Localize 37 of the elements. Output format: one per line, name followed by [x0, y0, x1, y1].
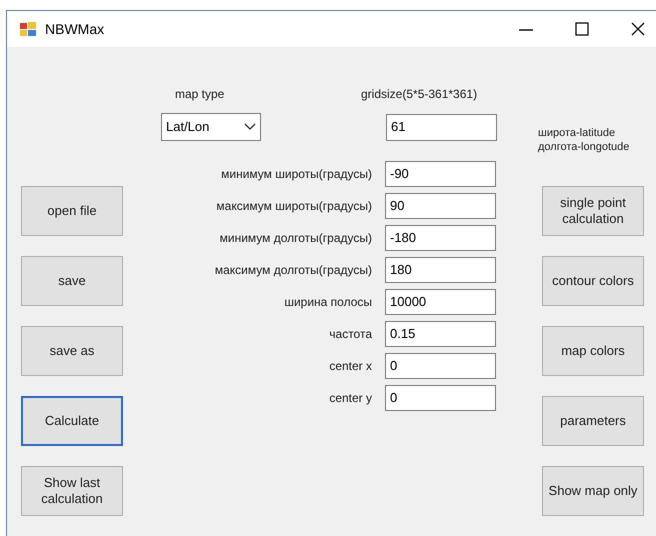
legend-text: широта-latitude: [538, 126, 616, 140]
form-button[interactable]: Calculate: [21, 396, 123, 446]
chevron-icon: [244, 123, 256, 131]
field-label: gridsize(5*5-361*361): [361, 86, 478, 103]
field-label: максимум долготы(градусы): [214, 262, 373, 279]
input-field[interactable]: 0: [385, 385, 496, 411]
field-label: map type: [174, 86, 226, 103]
form-button[interactable]: map colors: [542, 326, 644, 376]
form-button[interactable]: save: [21, 256, 123, 306]
form-button[interactable]: open file: [21, 186, 123, 236]
form-button[interactable]: single point calculation: [542, 186, 644, 236]
field-label: center y: [328, 390, 373, 407]
field-label: частота: [328, 326, 373, 343]
input-field[interactable]: 0: [385, 353, 496, 379]
window-title: NBWMax: [45, 20, 104, 38]
dropdown[interactable]: Lat/Lon: [161, 113, 261, 141]
close-icon[interactable]: [630, 21, 646, 37]
form-button[interactable]: parameters: [542, 396, 644, 446]
app-icon: [19, 21, 37, 37]
input-field[interactable]: -90: [385, 161, 496, 187]
field-label: ширина полосы: [283, 294, 373, 311]
form-button[interactable]: save as: [21, 326, 123, 376]
field-label: максимум широты(градусы): [215, 198, 373, 215]
field-label: center x: [328, 358, 373, 375]
form-button[interactable]: contour colors: [542, 256, 644, 306]
input-field[interactable]: 61: [386, 114, 497, 140]
maximize-icon[interactable]: [574, 21, 590, 37]
input-field[interactable]: 180: [385, 257, 496, 283]
form-button[interactable]: Show last calculation: [21, 466, 123, 516]
field-label: минимум долготы(градусы): [218, 230, 373, 247]
input-field[interactable]: 0.15: [385, 321, 496, 347]
form-button[interactable]: Show map only: [542, 466, 644, 516]
legend-text: долгота-longotude: [538, 140, 630, 154]
input-field[interactable]: -180: [385, 225, 496, 251]
field-label: минимум широты(градусы): [220, 166, 373, 183]
input-field[interactable]: 10000: [385, 289, 496, 315]
input-field[interactable]: 90: [385, 193, 496, 219]
